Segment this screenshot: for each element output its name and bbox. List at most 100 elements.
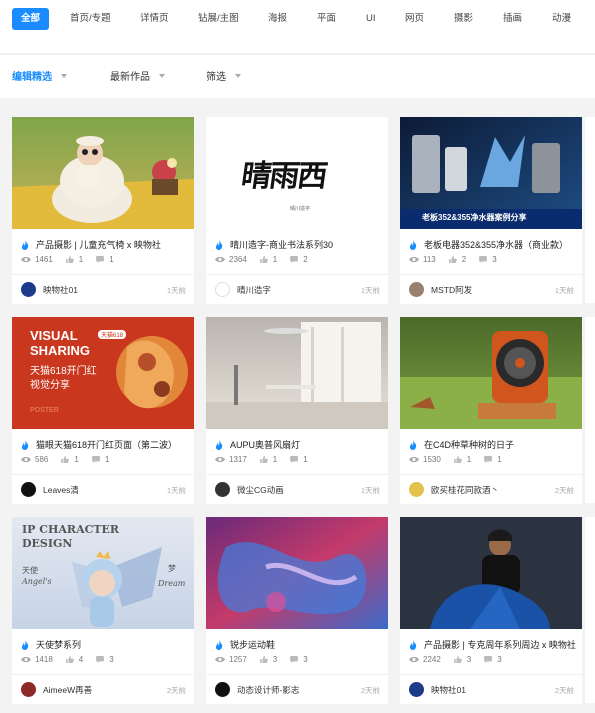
comment-count: 2 xyxy=(303,255,308,264)
comment-icon[interactable] xyxy=(95,656,105,663)
work-card[interactable]: 产品摄影 | 儿童充气椅 x 映物社 1461 1 1 映物社01 1天前 xyxy=(12,117,194,304)
work-stats: 1530 1 1 xyxy=(409,455,514,464)
tab-detail-page[interactable]: 详情页 xyxy=(140,8,169,30)
comment-icon[interactable] xyxy=(478,256,488,263)
thumb-heading-1: IP CHARACTER xyxy=(22,523,120,536)
author[interactable]: 欧买桂花同款酒丶 xyxy=(409,482,499,497)
thumb-poster-label: POSTER xyxy=(30,407,59,414)
like-count: 3 xyxy=(466,655,472,664)
fire-icon xyxy=(215,439,223,450)
work-thumbnail[interactable] xyxy=(206,317,388,429)
author[interactable]: 动态设计师-影志 xyxy=(215,682,299,697)
tab-web[interactable]: 网页 xyxy=(405,8,424,30)
tab-photography[interactable]: 摄影 xyxy=(454,8,473,30)
tab-graphic[interactable]: 平面 xyxy=(317,8,336,30)
tab-animation[interactable]: 动漫 xyxy=(552,8,571,30)
thumb-up-icon[interactable] xyxy=(259,256,269,263)
work-card[interactable]: 在C4D种草种树的日子 1530 1 1 欧买桂花同款酒丶 2天前 xyxy=(400,317,582,504)
author[interactable]: 晴川造字 xyxy=(215,282,271,297)
work-card[interactable]: 锐步运动鞋 1257 3 3 动态设计师-影志 2天前 xyxy=(206,517,388,704)
work-title[interactable]: 在C4D种草种树的日子 xyxy=(409,438,577,451)
work-title[interactable]: 老板电器352&355净水器（商业款） xyxy=(409,238,577,251)
filter-screen[interactable]: 筛选 xyxy=(206,68,241,83)
caret-down-icon xyxy=(61,73,67,78)
avatar[interactable] xyxy=(215,482,230,497)
post-time: 1天前 xyxy=(166,486,186,495)
author[interactable]: AimeeW再善 xyxy=(21,682,92,697)
comment-count: 3 xyxy=(497,655,502,664)
thumb-up-icon[interactable] xyxy=(65,256,75,263)
work-title[interactable]: 锐步运动鞋 xyxy=(215,638,383,651)
work-title[interactable]: 产品摄影 | 儿童充气椅 x 映物社 xyxy=(21,238,189,251)
avatar[interactable] xyxy=(21,482,36,497)
work-thumbnail[interactable]: 晴雨西 晴川造字 xyxy=(206,117,388,229)
tab-illustration[interactable]: 插画 xyxy=(503,8,522,30)
comment-icon[interactable] xyxy=(91,456,101,463)
author[interactable]: MSTD阿发 xyxy=(409,282,472,297)
eye-icon xyxy=(21,656,31,663)
author[interactable]: Leaves清 xyxy=(21,482,79,497)
avatar[interactable] xyxy=(409,482,424,497)
filter-editors-pick[interactable]: 编辑精选 xyxy=(12,68,67,83)
card-divider xyxy=(12,474,194,475)
thumb-cn-line-2: 视觉分享 xyxy=(30,380,70,391)
thumb-up-icon[interactable] xyxy=(60,456,70,463)
filter-latest-works[interactable]: 最新作品 xyxy=(110,68,165,83)
avatar[interactable] xyxy=(409,682,424,697)
thumb-right-cn: 梦 xyxy=(168,564,176,573)
work-thumbnail[interactable] xyxy=(206,517,388,629)
tab-all[interactable]: 全部 xyxy=(12,8,50,30)
tab-poster[interactable]: 海报 xyxy=(268,8,287,30)
comment-icon[interactable] xyxy=(289,456,299,463)
comment-count: 3 xyxy=(303,655,308,664)
work-card[interactable]: 晴雨西 晴川造字 晴川造字-商业书法系列30 2364 1 2 晴川造字 1天前 xyxy=(206,117,388,304)
avatar[interactable] xyxy=(215,282,230,297)
thumb-calligraphy: 晴雨西 xyxy=(239,159,328,194)
comment-icon[interactable] xyxy=(483,656,493,663)
work-thumbnail[interactable]: VISUAL SHARING 天猫618 天猫618开门红 视觉分享 POSTE… xyxy=(12,317,194,429)
work-thumbnail[interactable] xyxy=(400,517,582,629)
comment-icon[interactable] xyxy=(483,456,493,463)
work-thumbnail[interactable]: 老板352&355净水器案例分享 xyxy=(400,117,582,229)
tab-banner-main-image[interactable]: 钻展/主图 xyxy=(198,8,239,30)
thumb-up-icon[interactable] xyxy=(448,256,458,263)
work-card[interactable]: 产品摄影 | 专克周年系列周边 x 映物社 2242 3 3 映物社01 2天前 xyxy=(400,517,582,704)
avatar[interactable] xyxy=(21,682,36,697)
author-name: 映物社01 xyxy=(431,684,466,695)
author[interactable]: 映物社01 xyxy=(21,282,78,297)
thumb-up-icon[interactable] xyxy=(259,656,269,663)
thumb-up-icon[interactable] xyxy=(453,456,463,463)
view-count: 1530 xyxy=(423,455,441,464)
avatar[interactable] xyxy=(409,282,424,297)
comment-icon[interactable] xyxy=(289,256,299,263)
like-count: 2 xyxy=(461,255,467,264)
avatar[interactable] xyxy=(21,282,36,297)
work-card[interactable]: VISUAL SHARING 天猫618 天猫618开门红 视觉分享 POSTE… xyxy=(12,317,194,504)
category-tab-bar: 全部 首页/专题 详情页 钻展/主图 海报 平面 UI 网页 摄影 插画 动漫 xyxy=(0,0,595,54)
work-title[interactable]: 天使梦系列 xyxy=(21,638,189,651)
work-card[interactable]: AUPU奥普风扇灯 1317 1 1 微尘CG动画 1天前 xyxy=(206,317,388,504)
tab-homepage-topic[interactable]: 首页/专题 xyxy=(70,8,111,30)
work-stats: 586 1 1 xyxy=(21,455,121,464)
thumb-up-icon[interactable] xyxy=(453,656,463,663)
avatar[interactable] xyxy=(215,682,230,697)
tab-ui[interactable]: UI xyxy=(366,8,376,30)
work-title[interactable]: 猫眼天猫618开门红页面（第二波） xyxy=(21,438,189,451)
work-thumbnail[interactable] xyxy=(12,117,194,229)
comment-icon[interactable] xyxy=(289,656,299,663)
work-thumbnail[interactable] xyxy=(400,317,582,429)
work-card[interactable]: IP CHARACTER DESIGN 天使 Angel's 梦 Dream 天… xyxy=(12,517,194,704)
work-title[interactable]: 产品摄影 | 专克周年系列周边 x 映物社 xyxy=(409,638,577,651)
author[interactable]: 微尘CG动画 xyxy=(215,482,284,497)
comment-icon[interactable] xyxy=(95,256,105,263)
work-thumbnail[interactable]: IP CHARACTER DESIGN 天使 Angel's 梦 Dream xyxy=(12,517,194,629)
thumb-up-icon[interactable] xyxy=(259,456,269,463)
view-count: 113 xyxy=(423,255,436,264)
author[interactable]: 映物社01 xyxy=(409,682,466,697)
work-card[interactable]: 老板352&355净水器案例分享 老板电器352&355净水器（商业款） 113… xyxy=(400,117,582,304)
thumb-up-icon[interactable] xyxy=(65,656,75,663)
eye-icon xyxy=(409,656,419,663)
work-title[interactable]: AUPU奥普风扇灯 xyxy=(215,438,383,451)
view-count: 2242 xyxy=(423,655,441,664)
work-title[interactable]: 晴川造字-商业书法系列30 xyxy=(215,238,383,251)
